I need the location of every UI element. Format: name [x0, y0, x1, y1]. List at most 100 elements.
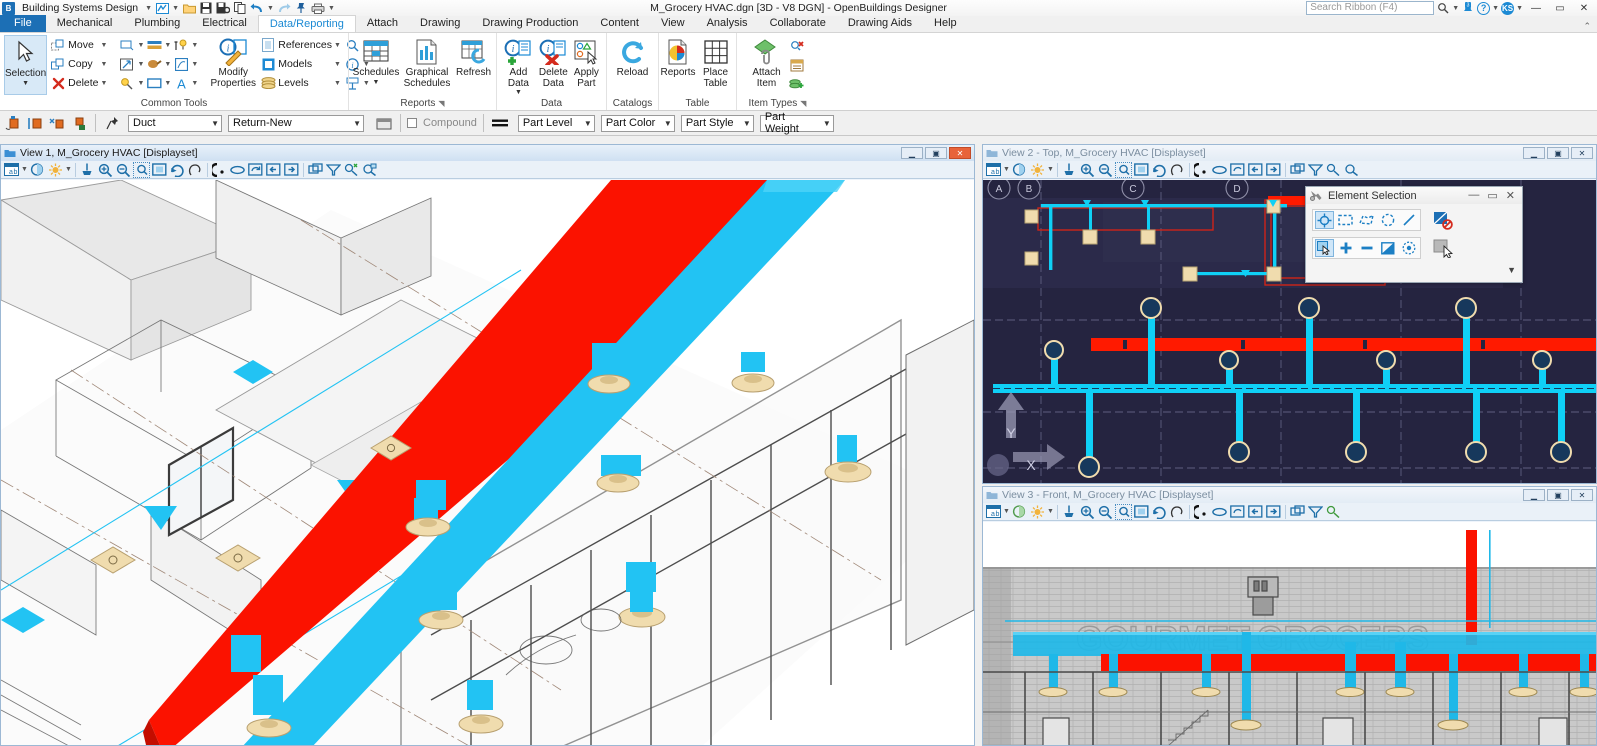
tab-drawing-aids[interactable]: Drawing Aids [837, 15, 923, 32]
measure-caret-icon[interactable]: ▼ [164, 42, 171, 49]
update-view-icon[interactable] [79, 162, 96, 178]
selection-caret-icon[interactable]: ▼ [22, 80, 29, 87]
scale-icon[interactable] [119, 56, 135, 72]
place-text-caret-icon[interactable]: ▼ [191, 80, 198, 87]
view-next-icon[interactable] [1265, 162, 1282, 178]
attach-item-button[interactable]: Attach Item [748, 35, 786, 89]
part-color-caret-icon[interactable]: ▼ [658, 119, 672, 128]
element-selection-minimize-button[interactable]: — [1468, 189, 1479, 202]
tab-attach[interactable]: Attach [356, 15, 409, 32]
tab-drawing[interactable]: Drawing [409, 15, 471, 32]
part-level-select[interactable]: Part Level ▼ [517, 114, 595, 132]
text-node-caret-icon[interactable]: ▼ [191, 42, 198, 49]
apply-part-button[interactable]: Apply Part [571, 35, 602, 89]
tab-analysis[interactable]: Analysis [696, 15, 759, 32]
analyze-point-icon[interactable] [119, 75, 135, 91]
levels-caret-icon[interactable]: ▼ [334, 80, 341, 87]
view-attributes-icon[interactable]: ab [985, 504, 1002, 520]
no-selection-icon[interactable] [1433, 211, 1453, 230]
part-style-select[interactable]: Part Style ▼ [680, 114, 754, 132]
compound-checkbox[interactable] [407, 118, 417, 128]
modify-properties-button[interactable]: i Modify Properties [209, 35, 257, 89]
tab-content[interactable]: Content [589, 15, 650, 32]
search-icon[interactable] [1436, 2, 1450, 15]
refresh-button[interactable]: Refresh [455, 35, 492, 79]
place-block-caret-icon[interactable]: ▼ [164, 80, 171, 87]
tab-electrical[interactable]: Electrical [191, 15, 258, 32]
selection-cursor-icon[interactable] [1433, 239, 1453, 258]
pan-view-icon[interactable] [1169, 504, 1186, 520]
place-duct-icon[interactable] [3, 113, 23, 133]
view-3-minimize-button[interactable]: ▁ [1523, 489, 1545, 501]
search-input[interactable]: Search Ribbon (F4) [1306, 1, 1435, 15]
reports-button[interactable]: Reports [661, 35, 696, 79]
graphical-schedules-button[interactable]: Graphical Schedules [403, 35, 451, 89]
delete-button[interactable]: Delete ▼ [49, 74, 108, 92]
copy-icon[interactable] [233, 2, 247, 15]
part-weight-select[interactable]: Part Weight ▼ [759, 111, 834, 135]
add-selection-icon[interactable] [1336, 239, 1355, 257]
workflow-caret-icon[interactable]: ▼ [145, 5, 152, 12]
place-cell-caret-icon[interactable]: ▼ [191, 61, 198, 68]
view-2-title-bar[interactable]: View 2 - Top, M_Grocery HVAC [Displayset… [983, 145, 1596, 161]
qat-more-icon[interactable]: ▼ [328, 5, 335, 12]
view-2-minimize-button[interactable]: ▁ [1523, 147, 1545, 159]
part-weight-caret-icon[interactable]: ▼ [817, 119, 831, 128]
pan-view-icon[interactable] [1169, 162, 1186, 178]
schedules-button[interactable]: Schedules ▼ [353, 35, 399, 86]
view-1-maximize-button[interactable]: ▣ [925, 147, 947, 159]
view-1-title-bar[interactable]: View 1, M_Grocery HVAC [Displayset] ▁ ▣ … [1, 145, 974, 161]
pin-icon[interactable] [294, 2, 308, 15]
models-caret-icon[interactable]: ▼ [334, 61, 341, 68]
view-previous-icon[interactable] [1247, 504, 1264, 520]
place-smartline-caret-icon[interactable]: ▼ [137, 42, 144, 49]
light-icon[interactable] [1029, 504, 1046, 520]
element-selection-title-bar[interactable]: Element Selection — ▭ ✕ [1306, 187, 1522, 204]
view-previous-icon[interactable] [1247, 162, 1264, 178]
block-select-icon[interactable] [1336, 211, 1355, 229]
window-minimize-button[interactable]: — [1525, 1, 1547, 15]
tab-data-reporting[interactable]: Data/Reporting [257, 15, 356, 32]
help-caret-icon[interactable]: ▼ [1492, 5, 1499, 12]
pan-view-icon[interactable] [187, 162, 204, 178]
tab-file[interactable]: File [0, 15, 46, 32]
type-select-caret-icon[interactable]: ▼ [347, 119, 361, 128]
shape-select-icon[interactable] [1357, 211, 1376, 229]
element-selection-close-button[interactable]: ✕ [1506, 189, 1515, 202]
part-style-caret-icon[interactable]: ▼ [737, 119, 751, 128]
item-type-manage-icon[interactable] [789, 76, 805, 92]
levels-button[interactable]: Levels ▼ [259, 74, 342, 92]
match-properties-icon[interactable] [146, 56, 162, 72]
scale-caret-icon[interactable]: ▼ [137, 61, 144, 68]
measure-distance-icon[interactable] [146, 37, 162, 53]
item-type-library-icon[interactable] [789, 57, 805, 73]
clip-mask-icon[interactable] [1289, 504, 1306, 520]
view-rotate-left-icon[interactable] [1193, 162, 1210, 178]
display-style-icon[interactable] [1011, 504, 1028, 520]
invert-selection-icon[interactable] [1378, 239, 1397, 257]
copy-view-icon[interactable] [247, 162, 264, 178]
clip-element-icon[interactable] [1307, 162, 1324, 178]
system-select[interactable]: Duct ▼ [128, 114, 222, 132]
fit-view-icon[interactable] [151, 162, 168, 178]
ribbon-collapse-icon[interactable]: ⌃ [1583, 21, 1597, 32]
view-attributes-icon[interactable]: ab [3, 162, 20, 178]
view-1-canvas[interactable] [1, 180, 974, 745]
references-button[interactable]: References ▼ [259, 36, 342, 54]
tab-view[interactable]: View [650, 15, 696, 32]
window-close-button[interactable]: ✕ [1573, 1, 1595, 15]
detach-item-icon[interactable] [789, 38, 805, 54]
zoom-in-icon[interactable] [97, 162, 114, 178]
view-1-close-button[interactable]: ✕ [949, 147, 971, 159]
delete-caret-icon[interactable]: ▼ [101, 80, 108, 87]
view-attributes-caret-icon[interactable]: ▼ [1003, 166, 1010, 173]
view-attributes-icon[interactable]: ab [985, 162, 1002, 178]
camera-icon[interactable] [1325, 504, 1342, 520]
view-3-canvas[interactable]: GOURMET GROCERS [983, 522, 1596, 745]
place-text-node-icon[interactable] [173, 37, 189, 53]
add-data-caret-icon[interactable]: ▼ [515, 89, 522, 96]
clip-volume-icon[interactable] [1211, 504, 1228, 520]
copy-view-icon[interactable] [1229, 162, 1246, 178]
part-color-select[interactable]: Part Color ▼ [600, 114, 675, 132]
reload-button[interactable]: Reload [611, 35, 654, 79]
